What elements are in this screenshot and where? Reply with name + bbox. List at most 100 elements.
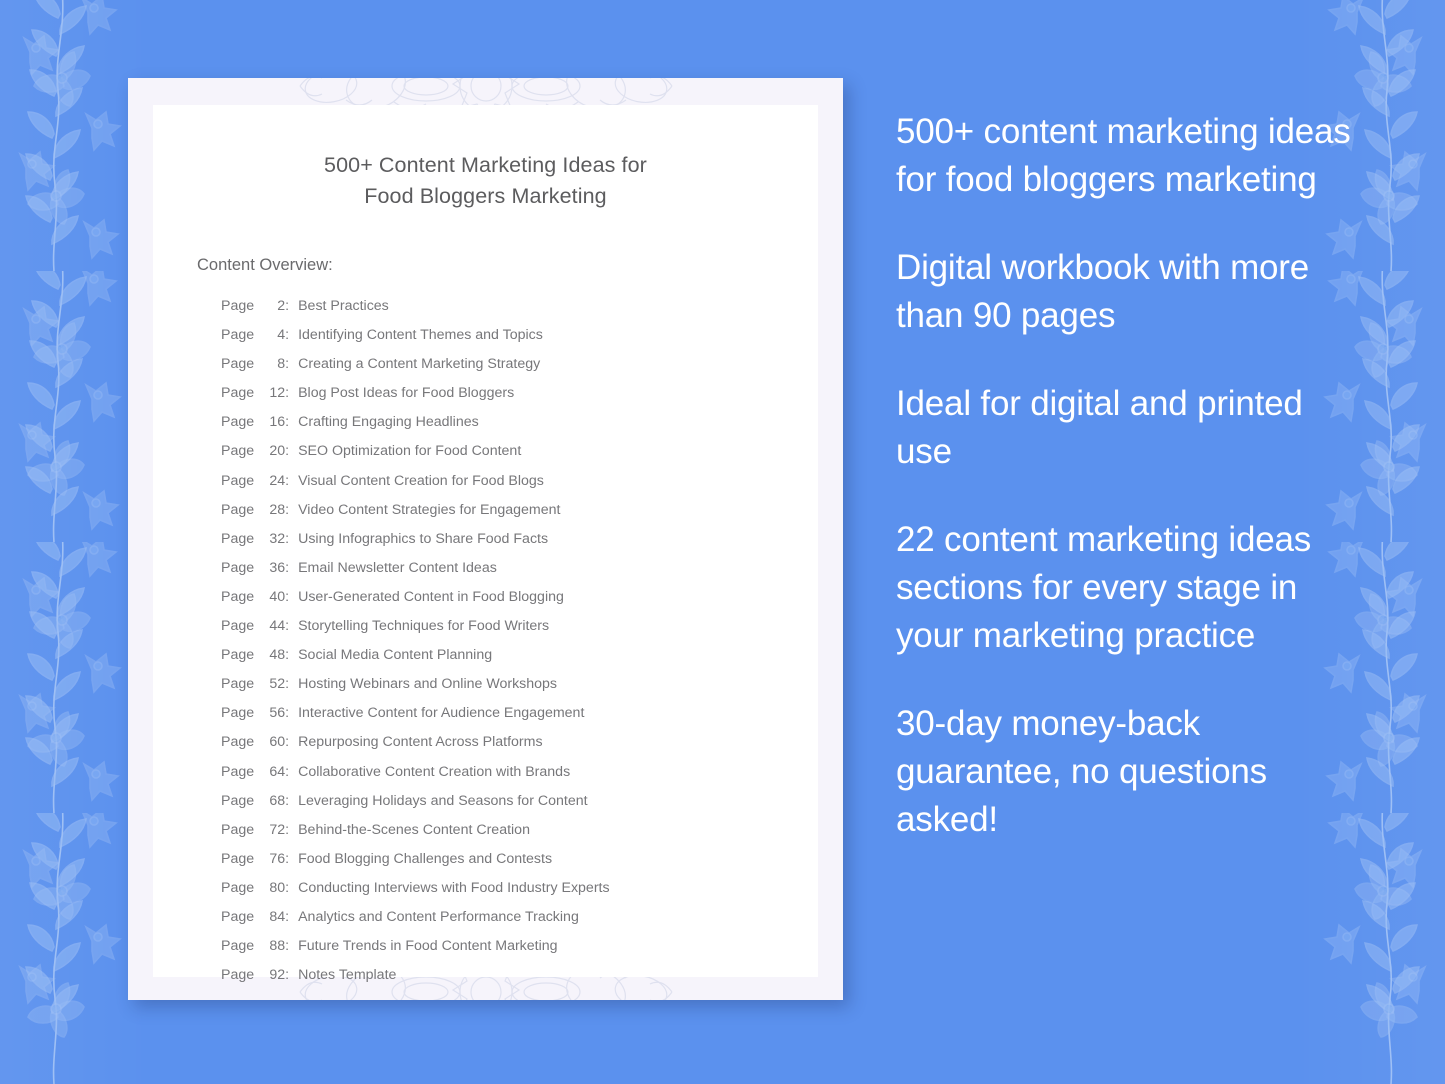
toc-page-number: 52 (269, 676, 286, 693)
toc-colon: : (285, 821, 290, 838)
toc-page-label: Page (221, 618, 255, 635)
toc-entry-title: Creating a Content Marketing Strategy (298, 356, 541, 373)
toc-colon: : (285, 647, 290, 664)
toc-page-label: Page (221, 298, 255, 314)
toc-page-number: 88 (269, 938, 286, 955)
toc-entry: Page 20: SEO Optimization for Food Content (221, 437, 818, 466)
toc-page-label: Page (221, 647, 255, 664)
toc-colon: : (285, 472, 290, 489)
toc-entry: Page 56: Interactive Content for Audience … (221, 699, 818, 728)
toc-colon: : (285, 792, 290, 809)
toc-entry: Page 44: Storytelling Techniques for Food … (221, 612, 818, 641)
toc-colon: : (285, 967, 290, 984)
toc-page-number: 56 (269, 705, 286, 722)
toc-entry: Page 24: Visual Content Creation for Food … (221, 467, 818, 496)
toc-page-label: Page (221, 705, 255, 722)
toc-page-number: 16 (269, 414, 286, 431)
document-preview-card: 500+ Content Marketing Ideas for Food Bl… (128, 78, 843, 1000)
page-title-line-1: 500+ Content Marketing Ideas for (324, 153, 647, 177)
toc-colon: : (285, 356, 290, 373)
toc-page-number: 64 (269, 763, 286, 780)
toc-page-label: Page (221, 530, 255, 547)
toc-entry: Page 40: User-Generated Content in Food Bl… (221, 583, 818, 612)
promo-bullet: Digital workbook with more than 90 pages (896, 248, 1310, 335)
toc-entry: Page 16: Crafting Engaging Headlines (221, 408, 818, 437)
toc-colon: : (285, 298, 290, 314)
toc-entry-title: Food Blogging Challenges and Contests (298, 850, 553, 867)
toc-entry: Page 4: Identifying Content Themes and Top… (221, 321, 818, 350)
toc-entry: Page 8: Creating a Content Marketing Strat… (221, 350, 818, 379)
toc-page-label: Page (221, 588, 255, 605)
toc-colon: : (285, 588, 290, 605)
toc-page-label: Page (221, 879, 255, 896)
toc-entry: Page 12: Blog Post Ideas for Food Bloggers (221, 379, 818, 408)
toc-entry: Page 36: Email Newsletter Content Ideas (221, 554, 818, 583)
toc-page-number: 12 (269, 385, 286, 402)
toc-page-label: Page (221, 327, 255, 344)
toc-page-number: 84 (269, 908, 286, 925)
toc-page-label: Page (221, 850, 255, 867)
toc-colon: : (285, 327, 290, 344)
promo-bullet: Ideal for digital and printed use (896, 384, 1303, 471)
toc-page-number: 48 (269, 647, 286, 664)
toc-page-label: Page (221, 443, 255, 460)
toc-page-label: Page (221, 676, 255, 693)
toc-entry-title: Best Practices (298, 298, 389, 314)
promo-bullet-list: 500+ content marketing ideas for food bl… (896, 108, 1366, 844)
toc-page-label: Page (221, 821, 255, 838)
toc-page-number: 44 (269, 618, 286, 635)
toc-entry-title: User-Generated Content in Food Blogging (298, 588, 564, 605)
toc-entry-title: Future Trends in Food Content Marketing (298, 938, 558, 955)
toc-page-number: 92 (269, 967, 286, 984)
toc-page-label: Page (221, 734, 255, 751)
toc-entry: Page 32: Using Infographics to Share Food … (221, 525, 818, 554)
toc-page-label: Page (221, 501, 255, 518)
toc-colon: : (285, 879, 290, 896)
toc-entry: Page 48: Social Media Content Planning (221, 641, 818, 670)
toc-entry: Page 68: Leveraging Holidays and Seasons f… (221, 787, 818, 816)
toc-page-number: 4 (277, 327, 286, 344)
toc-entry-title: Crafting Engaging Headlines (298, 414, 479, 431)
toc-page-label: Page (221, 472, 255, 489)
toc-entry: Page 88: Future Trends in Food Content Mar… (221, 932, 818, 961)
toc-colon: : (285, 908, 290, 925)
toc-entry: Page 2: Best Practices (221, 292, 818, 321)
toc-colon: : (285, 938, 290, 955)
content-overview-label: Content Overview: (197, 256, 333, 274)
toc-page-number: 2 (277, 298, 286, 314)
page-title: 500+ Content Marketing Ideas for Food Bl… (153, 150, 818, 212)
toc-entry: Page 80: Conducting Interviews with Food I… (221, 874, 818, 903)
page-title-line-2: Food Bloggers Marketing (364, 184, 607, 208)
toc-colon: : (285, 559, 290, 576)
toc-entry-title: Video Content Strategies for Engagement (298, 501, 561, 518)
promo-bullet: 22 content marketing ideas sections for … (896, 520, 1312, 655)
document-page: 500+ Content Marketing Ideas for Food Bl… (153, 105, 818, 983)
toc-entry: Page 28: Video Content Strategies for Enga… (221, 496, 818, 525)
toc-colon: : (285, 385, 290, 402)
toc-page-label: Page (221, 414, 255, 431)
toc-entry-title: Collaborative Content Creation with Bran… (298, 763, 571, 780)
toc-entry-title: Hosting Webinars and Online Workshops (298, 676, 558, 693)
toc-page-number: 8 (277, 356, 286, 373)
toc-page-number: 76 (269, 850, 286, 867)
toc-colon: : (285, 734, 290, 751)
toc-page-number: 72 (269, 821, 286, 838)
toc-colon: : (285, 618, 290, 635)
toc-entry: Page 92: Notes Template (221, 961, 818, 990)
toc-colon: : (285, 763, 290, 780)
toc-entry: Page 60: Repurposing Content Across Platfo… (221, 728, 818, 757)
toc-page-number: 68 (269, 792, 286, 809)
toc-colon: : (285, 414, 290, 431)
toc-entry: Page 84: Analytics and Content Performance… (221, 903, 818, 932)
toc-entry-title: Blog Post Ideas for Food Bloggers (298, 385, 515, 402)
toc-entry-title: Behind-the-Scenes Content Creation (298, 821, 530, 838)
toc-entry-title: Visual Content Creation for Food Blogs (298, 472, 544, 489)
toc-page-label: Page (221, 967, 255, 984)
toc-colon: : (285, 443, 290, 460)
toc-page-label: Page (221, 559, 255, 576)
toc-entry-title: Notes Template (298, 967, 397, 984)
toc-page-number: 60 (269, 734, 286, 751)
toc-entry-title: Storytelling Techniques for Food Writers (298, 618, 550, 635)
toc-colon: : (285, 501, 290, 518)
toc-page-number: 80 (269, 879, 286, 896)
